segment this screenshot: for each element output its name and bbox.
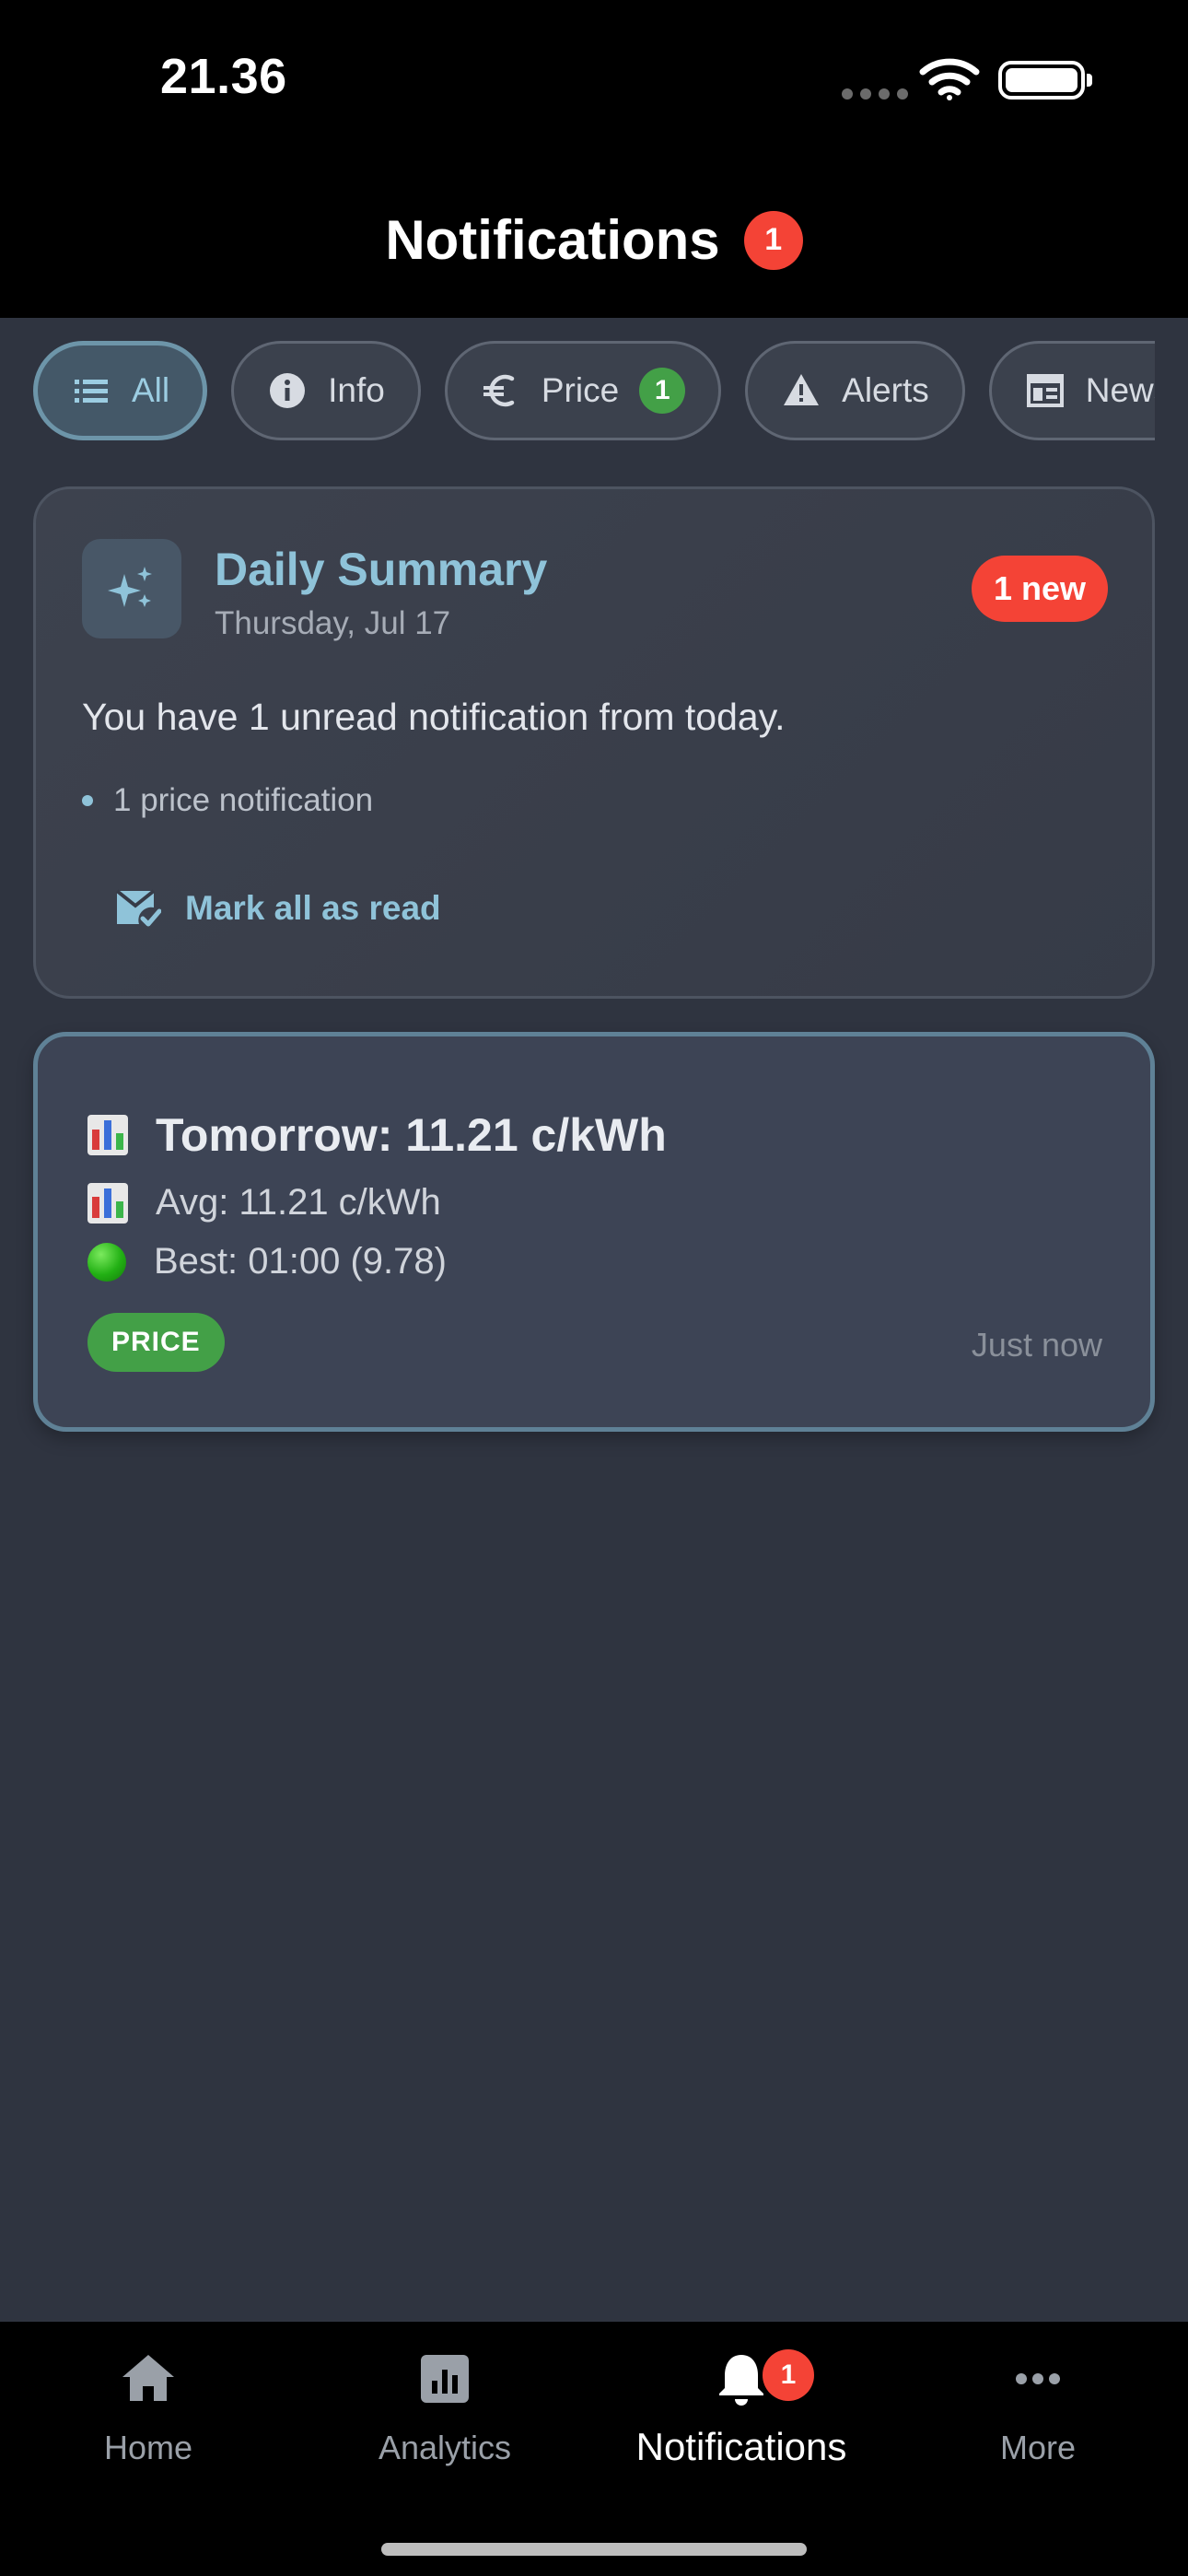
filter-chip-label: Info <box>328 371 385 409</box>
filter-chip-label: News <box>1085 371 1155 409</box>
cellular-signal-icon <box>842 88 908 100</box>
filter-chip-price[interactable]: Price 1 <box>444 341 722 440</box>
notification-avg: Avg: 11.21 c/kWh <box>156 1182 441 1223</box>
nav-analytics-label: Analytics <box>378 2429 512 2466</box>
page-header: Notifications 1 <box>0 208 1188 272</box>
nav-notifications-label: Notifications <box>635 2425 847 2468</box>
wifi-icon <box>919 58 980 100</box>
more-icon <box>1016 2373 1060 2384</box>
price-count-badge: 1 <box>639 368 686 414</box>
green-circle-icon <box>87 1242 126 1282</box>
battery-icon <box>998 61 1092 100</box>
notification-best: Best: 01:00 (9.78) <box>154 1241 447 1282</box>
filter-chip-news[interactable]: News <box>988 341 1155 440</box>
list-icon <box>75 380 108 403</box>
unread-count-badge: 1 <box>743 210 803 270</box>
mark-all-read-button[interactable]: Mark all as read <box>115 887 441 930</box>
notification-title-row: Tomorrow: 11.21 c/kWh <box>87 1108 667 1162</box>
filter-chip-label: Alerts <box>842 371 929 409</box>
euro-icon <box>483 374 515 407</box>
new-count-badge: 1 new <box>971 556 1108 622</box>
warning-icon <box>784 374 820 405</box>
notification-title: Tomorrow: 11.21 c/kWh <box>156 1109 667 1161</box>
filter-chip-label: Price <box>541 371 620 409</box>
filter-chip-all[interactable]: All <box>33 341 208 440</box>
filter-chip-label: All <box>132 371 170 409</box>
bar-chart-icon <box>87 1182 128 1224</box>
nav-notifications-badge: 1 <box>763 2349 814 2401</box>
sparkle-icon <box>82 539 181 638</box>
summary-bullet: 1 price notification <box>82 782 373 819</box>
page-title: Notifications <box>385 209 720 271</box>
notification-avg-line: Avg: 11.21 c/kWh <box>87 1182 441 1224</box>
summary-date: Thursday, Jul 17 <box>215 605 451 641</box>
filter-chip-alerts[interactable]: Alerts <box>745 341 965 440</box>
summary-title: Daily Summary <box>215 544 548 595</box>
nav-notifications[interactable]: 1 Notifications <box>593 2349 890 2469</box>
analytics-icon <box>421 2355 469 2403</box>
notification-best-line: Best: 01:00 (9.78) <box>87 1241 447 1282</box>
status-time: 21.36 <box>160 49 287 104</box>
mark-email-read-icon <box>115 889 161 927</box>
summary-bullet-text: 1 price notification <box>113 782 374 818</box>
summary-text: You have 1 unread notification from toda… <box>82 696 786 738</box>
news-icon <box>1026 374 1064 407</box>
home-icon <box>122 2355 174 2401</box>
bar-chart-icon <box>87 1115 128 1155</box>
nav-home[interactable]: Home <box>0 2349 297 2467</box>
nav-more-label: More <box>999 2429 1077 2466</box>
daily-summary-card: Daily Summary Thursday, Jul 17 1 new You… <box>33 486 1155 999</box>
mark-all-read-label: Mark all as read <box>185 889 441 927</box>
notification-card[interactable]: Tomorrow: 11.21 c/kWh Avg: 11.21 c/kWh B… <box>33 1032 1155 1432</box>
filter-chip-info[interactable]: Info <box>231 341 421 440</box>
nav-home-label: Home <box>103 2429 193 2466</box>
top-bar: 21.36 Notifications 1 <box>0 0 1188 318</box>
home-indicator[interactable] <box>381 2543 807 2556</box>
bottom-navigation: Home Analytics 1 Notifications More <box>0 2322 1188 2576</box>
notification-timestamp: Just now <box>971 1326 1102 1364</box>
info-icon <box>270 373 306 408</box>
nav-analytics[interactable]: Analytics <box>297 2349 593 2467</box>
nav-more[interactable]: More <box>890 2349 1186 2467</box>
filter-chips: All Info Price 1 Alerts New <box>33 341 1155 442</box>
price-category-tag: PRICE <box>87 1313 225 1372</box>
bullet-dot <box>82 795 93 806</box>
